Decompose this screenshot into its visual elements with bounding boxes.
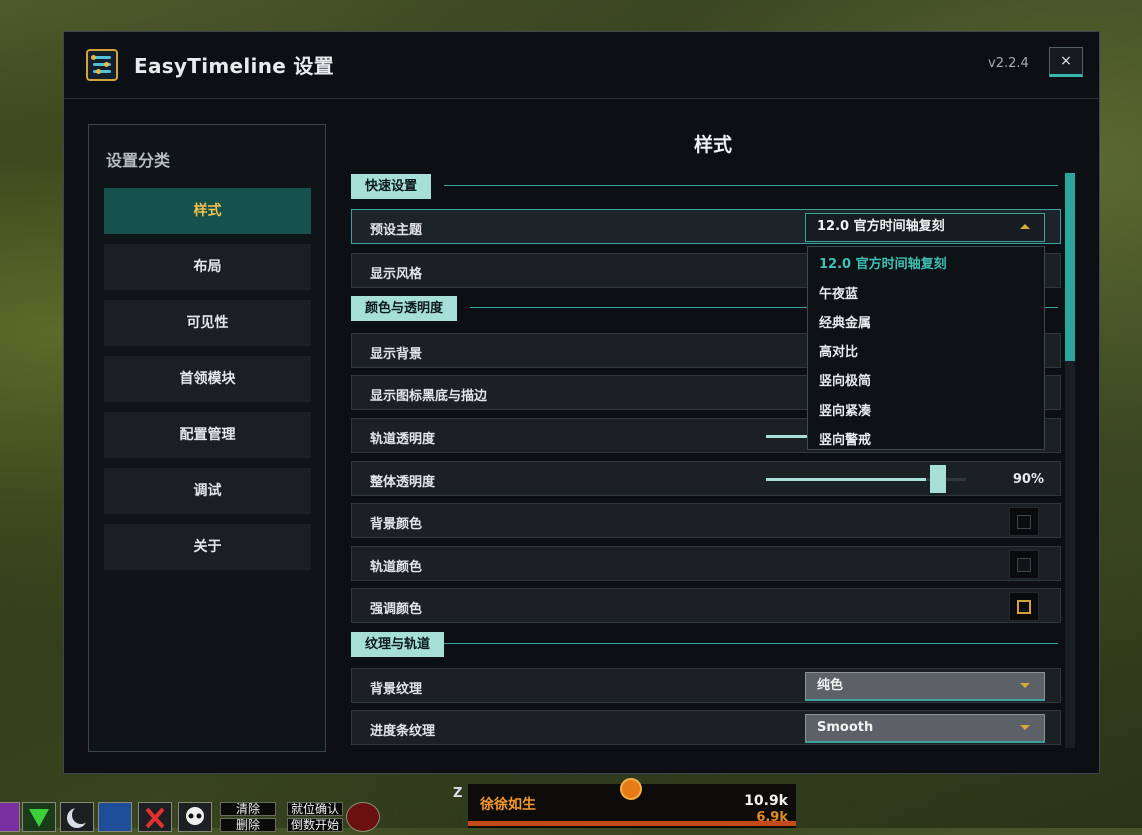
row-accent-color: 强调颜色: [351, 588, 1061, 623]
preset-theme-dropdown[interactable]: 12.0 官方时间轴复刻: [805, 213, 1045, 242]
countdown-button[interactable]: 倒数开始: [287, 818, 343, 832]
sidebar-item-boss-module[interactable]: 首领模块: [104, 356, 311, 402]
theme-option[interactable]: 经典金属: [819, 312, 871, 331]
dropdown-value: 12.0 官方时间轴复刻: [817, 219, 945, 234]
app-logo-icon: [86, 49, 118, 81]
sidebar-item-style[interactable]: 样式: [104, 188, 311, 234]
power-orb-icon: [620, 778, 642, 800]
theme-option[interactable]: 12.0 官方时间轴复刻: [819, 253, 947, 272]
row-label: 显示背景: [370, 347, 423, 362]
unit-name: 徐徐如生: [480, 797, 536, 813]
chevron-down-icon: [1020, 725, 1030, 730]
row-bg-texture: 背景纹理 纯色: [351, 668, 1061, 703]
row-label: 背景颜色: [370, 517, 423, 532]
section-divider: [444, 185, 1058, 186]
sidebar-item-visibility[interactable]: 可见性: [104, 300, 311, 346]
theme-dropdown-list: 12.0 官方时间轴复刻 午夜蓝 经典金属 高对比 竖向极简 竖向紧凑 竖向警戒: [807, 246, 1045, 450]
delete-button[interactable]: 删除: [220, 818, 276, 832]
row-label: 显示风格: [370, 267, 423, 282]
theme-option[interactable]: 午夜蓝: [819, 283, 858, 302]
section-texture-track: 纹理与轨道: [351, 632, 445, 657]
section-quick-settings: 快速设置: [351, 174, 432, 199]
theme-option[interactable]: 竖向紧凑: [819, 400, 871, 419]
bg-texture-dropdown[interactable]: 纯色: [805, 672, 1045, 701]
row-overall-opacity: 整体透明度 90%: [351, 461, 1061, 496]
sidebar-item-debug[interactable]: 调试: [104, 468, 311, 514]
chevron-up-icon: [1020, 224, 1030, 229]
z-label: Z: [453, 786, 463, 801]
slider-fill: [766, 478, 926, 481]
clear-button[interactable]: 清除: [220, 802, 276, 816]
dropdown-value: Smooth: [817, 720, 874, 735]
slider-fill: [766, 435, 811, 438]
row-label: 显示图标黑底与描边: [370, 389, 488, 404]
row-label: 整体透明度: [370, 475, 436, 490]
health-bar: [468, 821, 796, 826]
action-bar: 清除 就位确认 删除 倒数开始: [0, 800, 380, 832]
version-label: v2.2.4: [988, 56, 1029, 71]
sidebar-item-profile[interactable]: 配置管理: [104, 412, 311, 458]
row-track-color: 轨道颜色: [351, 546, 1061, 581]
row-preset-theme: 预设主题 12.0 官方时间轴复刻: [351, 209, 1061, 244]
dropdown-value: 纯色: [817, 678, 844, 693]
ready-check-button[interactable]: 就位确认: [287, 802, 343, 816]
window-title: EasyTimeline 设置: [134, 54, 334, 78]
chevron-down-icon: [1020, 683, 1030, 688]
sidebar-item-layout[interactable]: 布局: [104, 244, 311, 290]
row-label: 背景纹理: [370, 682, 423, 697]
overall-opacity-slider[interactable]: [766, 465, 966, 493]
theme-option[interactable]: 竖向极简: [819, 370, 871, 389]
row-bg-color: 背景颜色: [351, 503, 1061, 538]
opacity-value: 90%: [1012, 472, 1044, 487]
sidebar-item-about[interactable]: 关于: [104, 524, 311, 570]
row-label: 轨道透明度: [370, 432, 436, 447]
row-label: 强调颜色: [370, 602, 423, 617]
section-divider: [444, 643, 1058, 644]
slider-thumb[interactable]: [930, 465, 946, 493]
section-color-opacity: 颜色与透明度: [351, 296, 458, 321]
theme-option[interactable]: 竖向警戒: [819, 429, 871, 448]
unit-frame[interactable]: 徐徐如生 10.9k 6.9k: [468, 778, 796, 828]
row-label: 轨道颜色: [370, 560, 423, 575]
bar-texture-dropdown[interactable]: Smooth: [805, 714, 1045, 743]
accent-color-swatch[interactable]: [1009, 592, 1039, 621]
unit-health: 10.9k: [744, 793, 788, 809]
row-label: 预设主题: [370, 223, 423, 238]
track-color-swatch[interactable]: [1009, 550, 1039, 579]
scrollbar-thumb[interactable]: [1065, 173, 1075, 361]
bg-color-swatch[interactable]: [1009, 507, 1039, 536]
row-label: 进度条纹理: [370, 724, 436, 739]
row-bar-texture: 进度条纹理 Smooth: [351, 710, 1061, 745]
sidebar-title: 设置分类: [106, 151, 171, 170]
title-bar[interactable]: EasyTimeline 设置 v2.2.4 ×: [64, 32, 1099, 99]
theme-option[interactable]: 高对比: [819, 341, 858, 360]
close-button[interactable]: ×: [1049, 47, 1083, 77]
category-sidebar: 设置分类 样式 布局 可见性 首领模块 配置管理 调试 关于: [88, 124, 326, 752]
page-title: 样式: [693, 134, 732, 156]
